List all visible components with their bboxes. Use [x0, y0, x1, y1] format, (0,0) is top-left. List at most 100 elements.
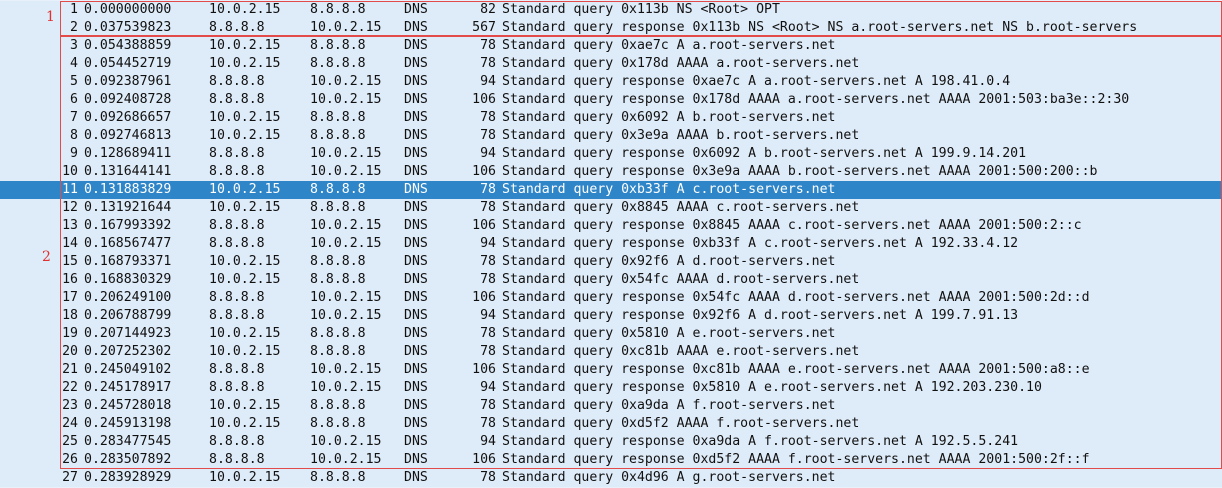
- table-row[interactable]: 20 0.207252302 10.0.2.15 8.8.8.8 DNS 78 Standa…: [0, 343, 1222, 361]
- packet-time-cell: 0.092746813: [84, 128, 172, 143]
- packet-len-cell: 94: [480, 380, 496, 395]
- packet-time-cell: 0.168567477: [84, 236, 172, 251]
- packet-src-cell: 10.0.2.15: [209, 128, 281, 143]
- packet-no-cell: 14: [62, 236, 78, 251]
- packet-src-cell: 8.8.8.8: [209, 74, 265, 89]
- packet-time-cell: 0.168793371: [84, 254, 172, 269]
- table-row[interactable]: 6 0.092408728 8.8.8.8 10.0.2.15 DNS 106 Standa…: [0, 91, 1222, 109]
- packet-src-cell: 10.0.2.15: [209, 38, 281, 53]
- packet-info-cell: Standard query response 0x8845 AAAA c.ro…: [502, 218, 1082, 233]
- packet-info-cell: Standard query response 0x3e9a AAAA b.ro…: [502, 164, 1098, 179]
- packet-len-cell: 94: [480, 74, 496, 89]
- packet-dst-cell: 8.8.8.8: [310, 272, 366, 287]
- table-row[interactable]: 3 0.054388859 10.0.2.15 8.8.8.8 DNS 78 Standar…: [0, 37, 1222, 55]
- packet-src-cell: 8.8.8.8: [209, 434, 265, 449]
- table-row[interactable]: 2 0.037539823 8.8.8.8 10.0.2.15 DNS 567 Standa…: [0, 19, 1222, 37]
- packet-no-cell: 1: [70, 2, 78, 17]
- packet-time-cell: 0.092686657: [84, 110, 172, 125]
- table-row[interactable]: 22 0.245178917 8.8.8.8 10.0.2.15 DNS 94 Standa…: [0, 379, 1222, 397]
- packet-src-cell: 10.0.2.15: [209, 272, 281, 287]
- table-row[interactable]: 17 0.206249100 8.8.8.8 10.0.2.15 DNS 106 Stand…: [0, 289, 1222, 307]
- packet-dst-cell: 8.8.8.8: [310, 344, 366, 359]
- packet-proto-cell: DNS: [404, 290, 428, 305]
- packet-dst-cell: 10.0.2.15: [310, 146, 382, 161]
- table-row[interactable]: 5 0.092387961 8.8.8.8 10.0.2.15 DNS 94 Standar…: [0, 73, 1222, 91]
- packet-no-cell: 6: [70, 92, 78, 107]
- table-row[interactable]: 24 0.245913198 10.0.2.15 8.8.8.8 DNS 78 Standa…: [0, 415, 1222, 433]
- table-row[interactable]: 19 0.207144923 10.0.2.15 8.8.8.8 DNS 78 Standa…: [0, 325, 1222, 343]
- packet-len-cell: 567: [472, 20, 496, 35]
- packet-time-cell: 0.245913198: [84, 416, 172, 431]
- table-row[interactable]: 18 0.206788799 8.8.8.8 10.0.2.15 DNS 94 Standa…: [0, 307, 1222, 325]
- table-row[interactable]: 8 0.092746813 10.0.2.15 8.8.8.8 DNS 78 Standar…: [0, 127, 1222, 145]
- packet-src-cell: 8.8.8.8: [209, 236, 265, 251]
- packet-src-cell: 8.8.8.8: [209, 146, 265, 161]
- packet-proto-cell: DNS: [404, 416, 428, 431]
- packet-len-cell: 94: [480, 146, 496, 161]
- packet-dst-cell: 10.0.2.15: [310, 164, 382, 179]
- packet-proto-cell: DNS: [404, 182, 428, 197]
- packet-dst-cell: 8.8.8.8: [310, 470, 366, 485]
- table-row[interactable]: 27 0.283928929 10.0.2.15 8.8.8.8 DNS 78 Standa…: [0, 469, 1222, 487]
- packet-dst-cell: 8.8.8.8: [310, 128, 366, 143]
- packet-dst-cell: 8.8.8.8: [310, 326, 366, 341]
- table-row-selected[interactable]: 11 0.131883829 10.0.2.15 8.8.8.8 DNS 78 Standa…: [0, 181, 1222, 199]
- packet-no-cell: 23: [62, 398, 78, 413]
- table-row[interactable]: 4 0.054452719 10.0.2.15 8.8.8.8 DNS 78 Standar…: [0, 55, 1222, 73]
- packet-time-cell: 0.054388859: [84, 38, 172, 53]
- table-row[interactable]: 26 0.283507892 8.8.8.8 10.0.2.15 DNS 106 Stand…: [0, 451, 1222, 469]
- packet-info-cell: Standard query 0xae7c A a.root-servers.n…: [502, 38, 836, 53]
- packet-src-cell: 10.0.2.15: [209, 110, 281, 125]
- packet-len-cell: 78: [480, 272, 496, 287]
- table-row[interactable]: 16 0.168830329 10.0.2.15 8.8.8.8 DNS 78 Standa…: [0, 271, 1222, 289]
- packet-no-cell: 5: [70, 74, 78, 89]
- packet-info-cell: Standard query 0x8845 AAAA c.root-server…: [502, 200, 860, 215]
- packet-proto-cell: DNS: [404, 56, 428, 71]
- packet-no-cell: 26: [62, 452, 78, 467]
- packet-time-cell: 0.283507892: [84, 452, 172, 467]
- packet-time-cell: 0.131883829: [84, 182, 172, 197]
- packet-info-cell: Standard query response 0x5810 A e.root-…: [502, 380, 1042, 395]
- packet-src-cell: 8.8.8.8: [209, 290, 265, 305]
- packet-len-cell: 78: [480, 182, 496, 197]
- packet-dst-cell: 8.8.8.8: [310, 182, 366, 197]
- packet-no-cell: 27: [62, 470, 78, 485]
- packet-proto-cell: DNS: [404, 272, 428, 287]
- table-row[interactable]: 25 0.283477545 8.8.8.8 10.0.2.15 DNS 94 Standa…: [0, 433, 1222, 451]
- packet-info-cell: Standard query response 0x54fc AAAA d.ro…: [502, 290, 1090, 305]
- packet-proto-cell: DNS: [404, 74, 428, 89]
- table-row[interactable]: 23 0.245728018 10.0.2.15 8.8.8.8 DNS 78 Standa…: [0, 397, 1222, 415]
- packet-time-cell: 0.206249100: [84, 290, 172, 305]
- packet-proto-cell: DNS: [404, 128, 428, 143]
- table-row[interactable]: 12 0.131921644 10.0.2.15 8.8.8.8 DNS 78 Standa…: [0, 199, 1222, 217]
- packet-no-cell: 2: [70, 20, 78, 35]
- table-row[interactable]: 21 0.245049102 8.8.8.8 10.0.2.15 DNS 106 Stand…: [0, 361, 1222, 379]
- table-row[interactable]: 9 0.128689411 8.8.8.8 10.0.2.15 DNS 94 Standar…: [0, 145, 1222, 163]
- packet-src-cell: 8.8.8.8: [209, 92, 265, 107]
- packet-no-cell: 12: [62, 200, 78, 215]
- table-row[interactable]: 15 0.168793371 10.0.2.15 8.8.8.8 DNS 78 Standa…: [0, 253, 1222, 271]
- packet-src-cell: 8.8.8.8: [209, 308, 265, 323]
- packet-len-cell: 78: [480, 326, 496, 341]
- packet-info-cell: Standard query response 0xd5f2 AAAA f.ro…: [502, 452, 1090, 467]
- packet-dst-cell: 10.0.2.15: [310, 92, 382, 107]
- packet-info-cell: Standard query response 0x6092 A b.root-…: [502, 146, 1027, 161]
- table-row[interactable]: 13 0.167993392 8.8.8.8 10.0.2.15 DNS 106 Stand…: [0, 217, 1222, 235]
- packet-time-cell: 0.168830329: [84, 272, 172, 287]
- table-row[interactable]: 7 0.092686657 10.0.2.15 8.8.8.8 DNS 78 Standar…: [0, 109, 1222, 127]
- packet-src-cell: 10.0.2.15: [209, 200, 281, 215]
- table-row[interactable]: 10 0.131644141 8.8.8.8 10.0.2.15 DNS 106 Stand…: [0, 163, 1222, 181]
- table-row[interactable]: 14 0.168567477 8.8.8.8 10.0.2.15 DNS 94 Standa…: [0, 235, 1222, 253]
- packet-dst-cell: 8.8.8.8: [310, 2, 366, 17]
- packet-dst-cell: 8.8.8.8: [310, 38, 366, 53]
- highlight-box-2-label: 2: [42, 249, 51, 265]
- packet-src-cell: 10.0.2.15: [209, 2, 281, 17]
- packet-len-cell: 106: [472, 452, 496, 467]
- packet-src-cell: 8.8.8.8: [209, 362, 265, 377]
- packet-proto-cell: DNS: [404, 218, 428, 233]
- packet-no-cell: 8: [70, 128, 78, 143]
- table-row[interactable]: 1 0.000000000 10.0.2.15 8.8.8.8 DNS 82 Standar…: [0, 1, 1222, 19]
- packet-no-cell: 11: [62, 182, 78, 197]
- packet-proto-cell: DNS: [404, 164, 428, 179]
- packet-time-cell: 0.283928929: [84, 470, 172, 485]
